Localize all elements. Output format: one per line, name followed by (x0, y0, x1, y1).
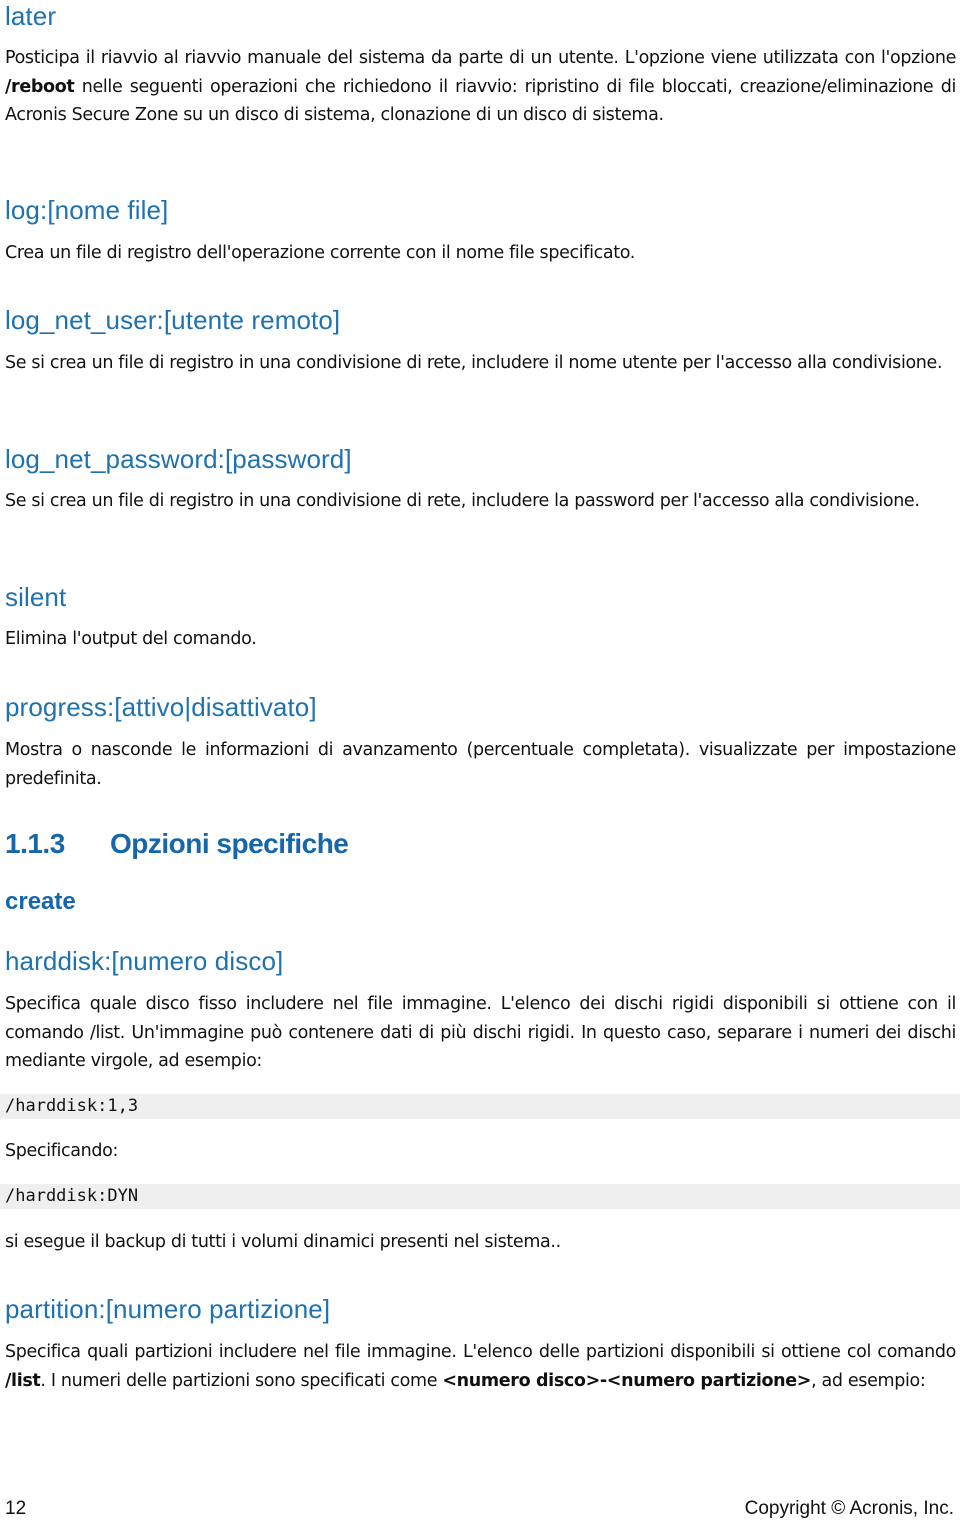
option-heading-log: log:[nome file] (5, 195, 169, 225)
option-description-harddisk: Specifica quale disco fisso includere ne… (5, 994, 956, 1071)
text-run: , ad esempio: (811, 1370, 926, 1391)
option-heading-silent: silent (5, 582, 67, 612)
document-page: later Posticipa il riavvio al riavvio ma… (0, 0, 960, 1524)
list-command-ref: /list (5, 1370, 41, 1391)
option-description-later: Posticipa il riavvio al riavvio manuale … (5, 44, 956, 130)
partition-format-ref: <numero disco>-<numero partizione> (442, 1370, 812, 1391)
text-run: Specifica quali partizioni includere nel… (5, 1342, 956, 1362)
section-number: 1.1.3 (5, 828, 65, 859)
page-number: 12 (5, 1498, 27, 1519)
option-heading-partition: partition:[numero partizione] (5, 1294, 331, 1324)
subsection-heading-create: create (5, 888, 76, 915)
option-description-progress: Mostra o nasconde le informazioni di ava… (5, 740, 956, 789)
option-description-log-net-password: Se si crea un file di registro in una co… (5, 491, 920, 511)
option-heading-progress: progress:[attivo|disattivato] (5, 692, 317, 722)
option-description-log-net-user: Se si crea un file di registro in una co… (5, 353, 943, 373)
option-heading-later: later (5, 1, 57, 31)
code-example-harddisk: /harddisk:1,3 (0, 1094, 960, 1119)
dyn-description: si esegue il backup di tutti i volumi di… (5, 1232, 561, 1252)
option-description-log: Crea un file di registro dell'operazione… (5, 243, 636, 263)
reboot-option-ref: /reboot (5, 76, 75, 97)
option-heading-log-net-user: log_net_user:[utente remoto] (5, 305, 341, 335)
option-heading-harddisk: harddisk:[numero disco] (5, 946, 284, 976)
specifying-label: Specificando: (5, 1141, 119, 1161)
copyright-notice: Copyright © Acronis, Inc. (744, 1498, 954, 1519)
code-example-harddisk-dyn: /harddisk:DYN (0, 1184, 960, 1209)
option-description-partition: Specifica quali partizioni includere nel… (5, 1338, 956, 1395)
text-run: nelle seguenti operazioni che richiedono… (5, 76, 956, 126)
section-title: Opzioni specifiche (110, 828, 349, 859)
section-heading: 1.1.3 Opzioni specifiche (5, 828, 349, 860)
option-description-silent: Elimina l'output del comando. (5, 629, 257, 649)
option-heading-log-net-password: log_net_password:[password] (5, 444, 352, 474)
text-run: Posticipa il riavvio al riavvio manuale … (5, 48, 956, 68)
text-run: . I numeri delle partizioni sono specifi… (40, 1370, 443, 1391)
